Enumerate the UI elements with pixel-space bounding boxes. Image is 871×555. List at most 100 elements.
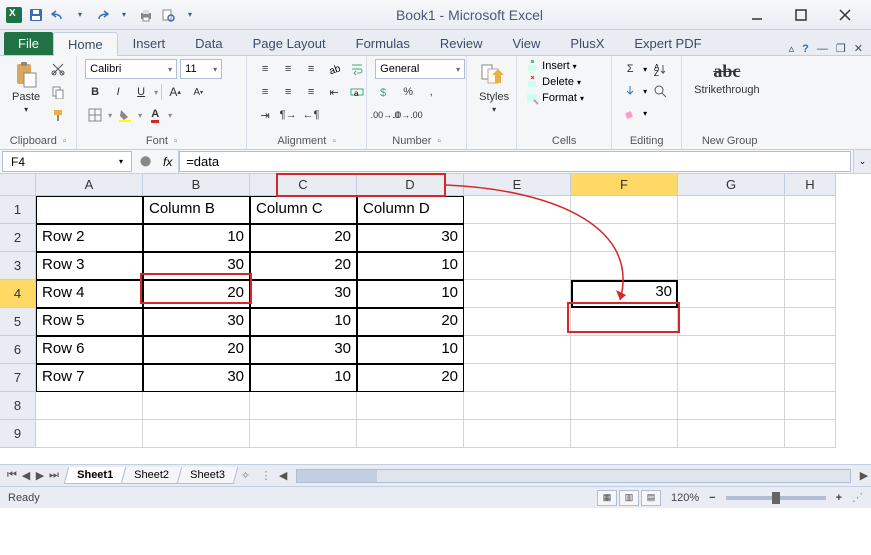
format-painter-icon[interactable] — [48, 105, 68, 125]
styles-dropdown-icon[interactable]: ▾ — [492, 105, 496, 114]
cell-C1[interactable]: Column C — [250, 196, 357, 224]
copy-icon[interactable] — [48, 82, 68, 102]
formula-input[interactable]: =data — [179, 151, 851, 172]
horizontal-scrollbar[interactable] — [296, 469, 851, 483]
cell-F4[interactable]: 30 — [571, 280, 678, 308]
cell-B3[interactable]: 30 — [143, 252, 250, 280]
new-sheet-icon[interactable]: ✧ — [235, 467, 256, 484]
cell-G1[interactable] — [678, 196, 785, 224]
fill-icon[interactable] — [620, 81, 640, 101]
help-icon[interactable]: ? — [802, 43, 809, 55]
row-header-4[interactable]: 4 — [0, 280, 36, 308]
number-format-combo[interactable]: General▾ — [375, 59, 465, 79]
fill-dropdown-icon[interactable]: ▾ — [643, 87, 647, 96]
cell-A7[interactable]: Row 7 — [36, 364, 143, 392]
cell-H1[interactable] — [785, 196, 836, 224]
cell-H6[interactable] — [785, 336, 836, 364]
clear-dropdown-icon[interactable]: ▾ — [643, 109, 647, 118]
sheet-tab-1[interactable]: Sheet1 — [64, 467, 127, 484]
cell-F3[interactable] — [571, 252, 678, 280]
row-header-9[interactable]: 9 — [0, 420, 36, 448]
cell-D3[interactable]: 10 — [357, 252, 464, 280]
borders-dropdown-icon[interactable]: ▾ — [108, 111, 112, 120]
save-icon[interactable] — [28, 7, 44, 23]
cell-D7[interactable]: 20 — [357, 364, 464, 392]
tab-view[interactable]: View — [497, 31, 555, 55]
underline-button[interactable]: U — [131, 82, 151, 102]
formula-expand-icon[interactable]: ⌄ — [853, 150, 871, 173]
italic-button[interactable]: I — [108, 82, 128, 102]
column-header-d[interactable]: D — [357, 174, 464, 196]
column-header-c[interactable]: C — [250, 174, 357, 196]
tab-page-layout[interactable]: Page Layout — [238, 31, 341, 55]
ltr-icon[interactable]: ¶→ — [278, 105, 298, 125]
ribbon-minimize-icon[interactable]: ▵ — [789, 42, 795, 55]
cell-H2[interactable] — [785, 224, 836, 252]
zoom-level[interactable]: 120% — [671, 492, 699, 504]
number-launcher-icon[interactable]: ▫ — [437, 136, 441, 147]
row-header-7[interactable]: 7 — [0, 364, 36, 392]
cut-icon[interactable] — [48, 59, 68, 79]
cell-C9[interactable] — [250, 420, 357, 448]
rtl-icon[interactable]: ←¶ — [301, 105, 321, 125]
cell-H4[interactable] — [785, 280, 836, 308]
wrap-text-icon[interactable] — [347, 59, 367, 79]
cell-D5[interactable]: 20 — [357, 308, 464, 336]
cell-E8[interactable] — [464, 392, 571, 420]
cell-E9[interactable] — [464, 420, 571, 448]
page-break-view-icon[interactable]: ▤ — [641, 490, 661, 506]
cell-E5[interactable] — [464, 308, 571, 336]
cell-A6[interactable]: Row 6 — [36, 336, 143, 364]
cell-E7[interactable] — [464, 364, 571, 392]
cell-G2[interactable] — [678, 224, 785, 252]
decrease-decimal-icon[interactable]: .0→.00 — [398, 105, 418, 125]
cell-H9[interactable] — [785, 420, 836, 448]
row-header-2[interactable]: 2 — [0, 224, 36, 252]
cell-B2[interactable]: 10 — [143, 224, 250, 252]
column-header-b[interactable]: B — [143, 174, 250, 196]
format-cells-button[interactable]: Format▾ — [525, 91, 584, 105]
cell-A5[interactable]: Row 5 — [36, 308, 143, 336]
redo-icon[interactable] — [94, 7, 110, 23]
qat-more-icon[interactable]: ▾ — [182, 7, 198, 23]
tab-data[interactable]: Data — [180, 31, 237, 55]
column-header-f[interactable]: F — [571, 174, 678, 196]
hscroll-thumb[interactable] — [297, 470, 377, 482]
sheet-tab-2[interactable]: Sheet2 — [121, 467, 182, 484]
cell-F9[interactable] — [571, 420, 678, 448]
cancel-formula-icon[interactable]: ⬤ — [140, 156, 151, 167]
cell-C7[interactable]: 10 — [250, 364, 357, 392]
cell-E2[interactable] — [464, 224, 571, 252]
decrease-indent-icon[interactable]: ⇤ — [324, 82, 344, 102]
cell-A3[interactable]: Row 3 — [36, 252, 143, 280]
cell-A4[interactable]: Row 4 — [36, 280, 143, 308]
clear-icon[interactable] — [620, 103, 640, 123]
borders-icon[interactable] — [85, 105, 105, 125]
fx-icon[interactable]: fx — [157, 150, 179, 173]
cell-F1[interactable] — [571, 196, 678, 224]
shrink-font-icon[interactable]: A▾ — [188, 82, 208, 102]
delete-cells-button[interactable]: Delete▾ — [525, 75, 581, 89]
cell-B9[interactable] — [143, 420, 250, 448]
doc-close-icon[interactable]: ✕ — [854, 42, 863, 55]
name-box[interactable]: F4▾ — [2, 151, 132, 172]
sheet-tab-3[interactable]: Sheet3 — [177, 467, 238, 484]
cell-F6[interactable] — [571, 336, 678, 364]
cell-H8[interactable] — [785, 392, 836, 420]
spreadsheet-grid[interactable]: ABCDEFGH 123456789 Column BColumn CColum… — [0, 174, 871, 464]
cell-B5[interactable]: 30 — [143, 308, 250, 336]
undo-icon[interactable] — [50, 7, 66, 23]
cell-A8[interactable] — [36, 392, 143, 420]
fill-dropdown-icon[interactable]: ▾ — [138, 111, 142, 120]
cell-G5[interactable] — [678, 308, 785, 336]
cell-C3[interactable]: 20 — [250, 252, 357, 280]
cell-G3[interactable] — [678, 252, 785, 280]
print-icon[interactable] — [138, 7, 154, 23]
tab-insert[interactable]: Insert — [118, 31, 181, 55]
merge-cells-icon[interactable]: a — [347, 82, 367, 102]
cell-G6[interactable] — [678, 336, 785, 364]
cell-C5[interactable]: 10 — [250, 308, 357, 336]
cell-B7[interactable]: 30 — [143, 364, 250, 392]
row-header-3[interactable]: 3 — [0, 252, 36, 280]
hscroll-left-icon[interactable]: ◀ — [276, 469, 290, 482]
